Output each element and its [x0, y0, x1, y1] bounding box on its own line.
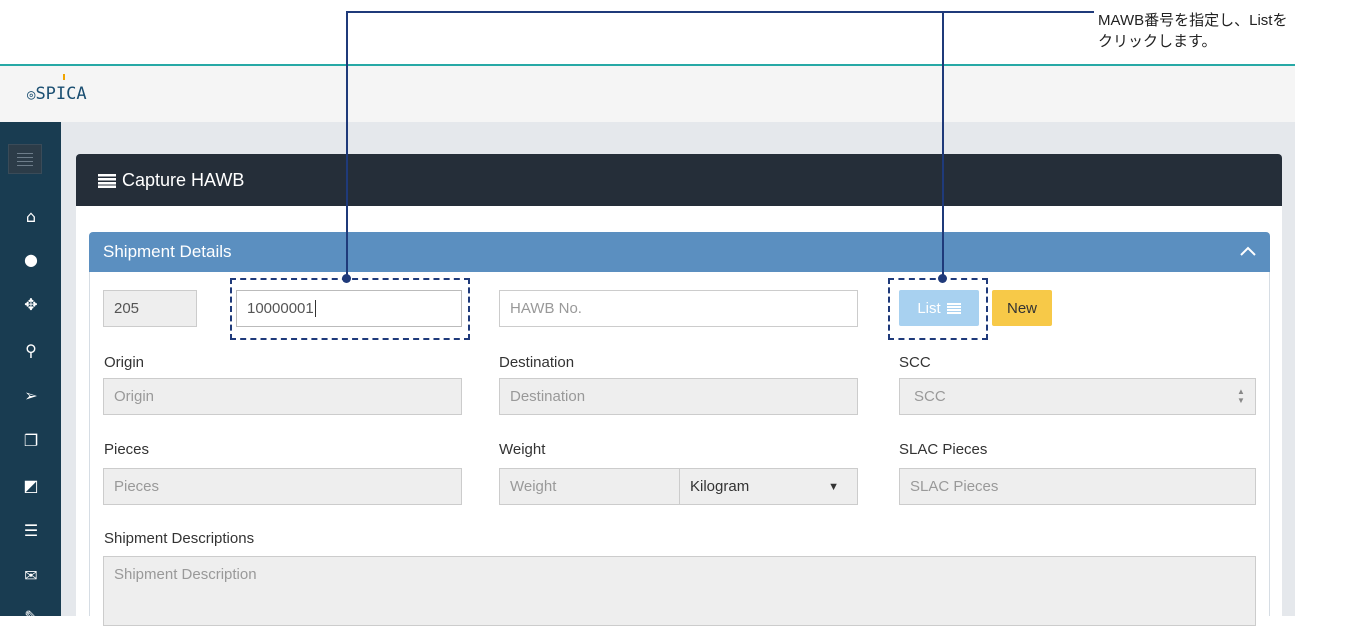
- sidebar-toggle-button[interactable]: [8, 144, 42, 174]
- app-logo: ◎SPICA: [27, 74, 87, 104]
- scc-label: SCC: [899, 354, 931, 371]
- new-button[interactable]: New: [992, 290, 1052, 326]
- weight-unit-value: Kilogram: [690, 478, 750, 495]
- sidebar: ⌂ ● ✥ ⚲ ➢ ❐ ◩ ☰ ✉ ✎: [0, 122, 61, 626]
- search-icon[interactable]: ⚲: [20, 340, 42, 362]
- hawb-placeholder: HAWB No.: [510, 300, 582, 317]
- panel-title-text: Capture HAWB: [122, 170, 245, 190]
- annotation-line-2: クリックします。: [1098, 33, 1217, 50]
- home-icon[interactable]: ⌂: [20, 206, 42, 228]
- slac-pieces-placeholder: SLAC Pieces: [910, 478, 999, 495]
- send-icon[interactable]: ➢: [20, 385, 42, 407]
- shipment-details-header[interactable]: Shipment Details: [89, 232, 1270, 272]
- slac-pieces-input[interactable]: SLAC Pieces: [899, 468, 1256, 505]
- edit-icon[interactable]: ✎: [20, 606, 42, 628]
- hawb-number-input[interactable]: HAWB No.: [499, 290, 858, 327]
- highlight-list-button: [888, 278, 988, 340]
- scc-placeholder: SCC: [914, 388, 946, 405]
- annotation-callout: MAWB番号を指定し、Listを クリックします。: [1098, 10, 1360, 52]
- logo-accent: [63, 74, 65, 80]
- caret-down-icon: ▼: [828, 481, 839, 493]
- chevron-up-icon[interactable]: [1240, 240, 1256, 261]
- awb-prefix-field[interactable]: 205: [103, 290, 197, 327]
- weight-placeholder: Weight: [510, 478, 557, 495]
- pieces-input[interactable]: Pieces: [103, 468, 462, 505]
- annotation-line-1: MAWB番号を指定し、Listを: [1098, 12, 1288, 29]
- annotation-connector-horizontal: [346, 11, 1094, 13]
- new-button-label: New: [1006, 299, 1037, 317]
- user-icon[interactable]: ●: [20, 249, 42, 271]
- scc-spinner-icon[interactable]: ▲ ▼: [1237, 387, 1245, 405]
- weight-label: Weight: [499, 441, 546, 458]
- annotation-connector-right: [942, 11, 944, 279]
- pieces-label: Pieces: [104, 441, 150, 458]
- slac-pieces-label: SLAC Pieces: [899, 441, 988, 458]
- pieces-placeholder: Pieces: [114, 478, 160, 495]
- list-icon: [98, 173, 116, 188]
- envelope-icon[interactable]: ✉: [20, 565, 42, 587]
- weight-input[interactable]: Weight: [499, 468, 680, 505]
- weight-unit-select[interactable]: Kilogram ▼: [679, 468, 858, 505]
- section-title: Shipment Details: [103, 242, 232, 261]
- origin-placeholder: Origin: [114, 388, 155, 405]
- logo-text: SPICA: [35, 84, 87, 104]
- panel-header: Capture HAWB: [76, 154, 1282, 206]
- move-icon[interactable]: ✥: [20, 294, 42, 316]
- destination-input[interactable]: Destination: [499, 378, 858, 415]
- list-icon[interactable]: ☰: [20, 520, 42, 542]
- scc-input[interactable]: SCC ▲ ▼: [899, 378, 1256, 415]
- awb-prefix-value: 205: [114, 300, 140, 317]
- copy-icon[interactable]: ❐: [20, 430, 42, 452]
- origin-label: Origin: [104, 354, 145, 371]
- origin-input[interactable]: Origin: [103, 378, 462, 415]
- annotation-connector-left: [346, 11, 348, 279]
- top-bar: ◎SPICA: [0, 64, 1295, 122]
- panel-title: Capture HAWB: [98, 170, 244, 191]
- destination-label: Destination: [499, 354, 575, 371]
- highlight-mawb-input: [230, 278, 470, 340]
- destination-placeholder: Destination: [510, 388, 586, 405]
- shipment-descriptions-label: Shipment Descriptions: [104, 530, 255, 547]
- external-link-icon[interactable]: ◩: [20, 475, 42, 497]
- shipment-description-placeholder: Shipment Description: [114, 566, 257, 583]
